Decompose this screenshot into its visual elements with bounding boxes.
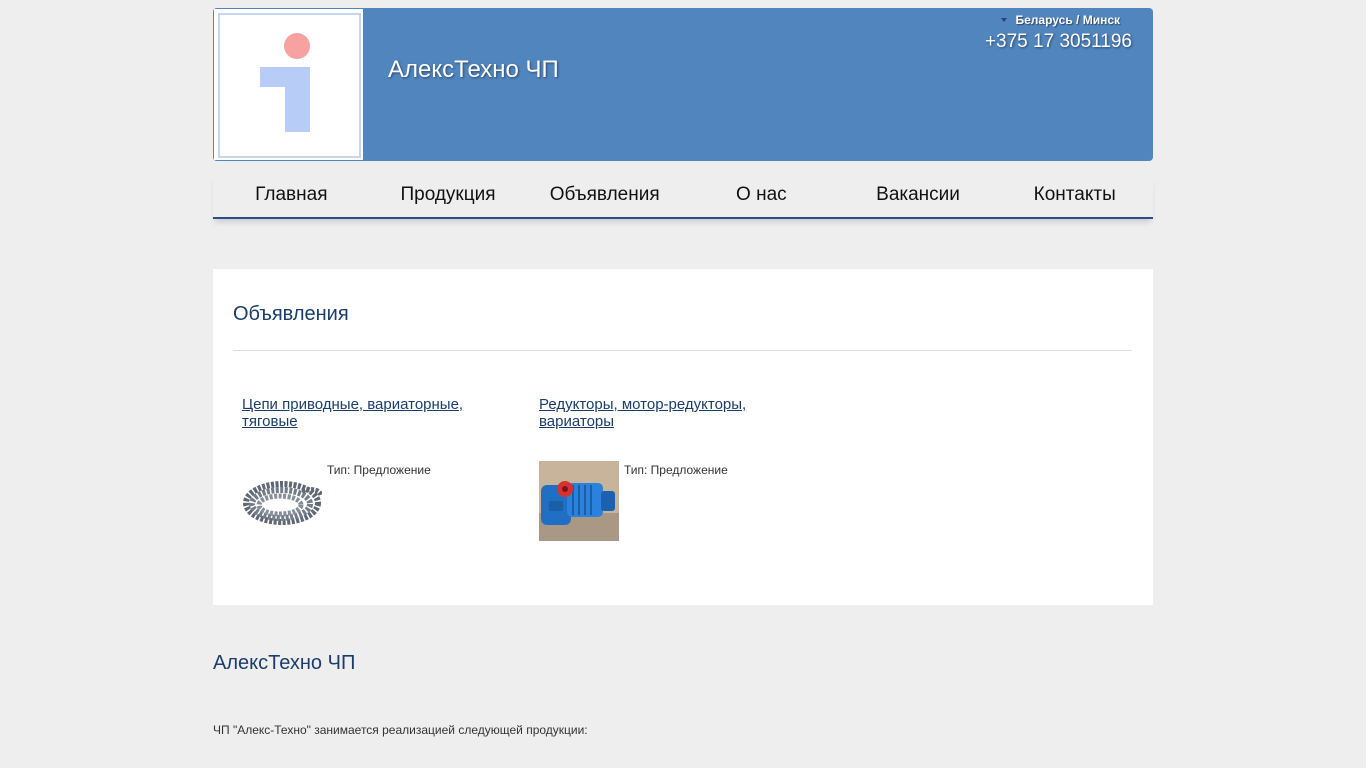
gear-motor-image[interactable] — [539, 461, 619, 541]
page-title: Объявления — [233, 303, 349, 325]
ad-type: Тип: Предложение — [327, 463, 431, 477]
nav-item-contacts[interactable]: Контакты — [996, 176, 1153, 217]
ad-title-link[interactable]: Редукторы, мотор-редукторы, вариаторы — [539, 396, 819, 430]
company-name[interactable]: АлексТехно ЧП — [388, 56, 559, 84]
page-wrapper: АлексТехно ЧП Беларусь / Минск +375 17 3… — [213, 8, 1153, 737]
footer-description: ЧП "Алекс-Техно" занимается реализацией … — [213, 723, 588, 737]
nav-item-home[interactable]: Главная — [213, 176, 370, 217]
caret-down-icon — [1000, 18, 1007, 22]
logo-frame — [218, 13, 361, 158]
footer-company-title: АлексТехно ЧП — [213, 652, 356, 674]
phone-number: +375 17 3051196 — [984, 31, 1132, 52]
site-header: АлексТехно ЧП Беларусь / Минск +375 17 3… — [213, 8, 1153, 161]
ad-type: Тип: Предложение — [624, 463, 728, 477]
content-panel: Объявления Цепи приводные, вариаторные, … — [213, 269, 1153, 605]
region-selector[interactable]: Беларусь / Минск — [1000, 13, 1121, 27]
info-person-icon — [260, 33, 310, 132]
ad-item: Цепи приводные, вариаторные, тяговые Тип… — [242, 396, 522, 525]
ad-item: Редукторы, мотор-редукторы, вариаторы Ти… — [539, 396, 819, 541]
main-nav: Главная Продукция Объявления О нас Вакан… — [213, 176, 1153, 219]
region-label: Беларусь / Минск — [1015, 13, 1121, 27]
nav-item-vacancies[interactable]: Вакансии — [840, 176, 997, 217]
nav-item-products[interactable]: Продукция — [370, 176, 527, 217]
nav-item-ads[interactable]: Объявления — [526, 176, 683, 217]
ad-title-link[interactable]: Цепи приводные, вариаторные, тяговые — [242, 396, 522, 430]
divider — [233, 350, 1132, 351]
chain-image[interactable] — [242, 461, 322, 541]
logo[interactable] — [213, 8, 364, 161]
nav-item-about[interactable]: О нас — [683, 176, 840, 217]
